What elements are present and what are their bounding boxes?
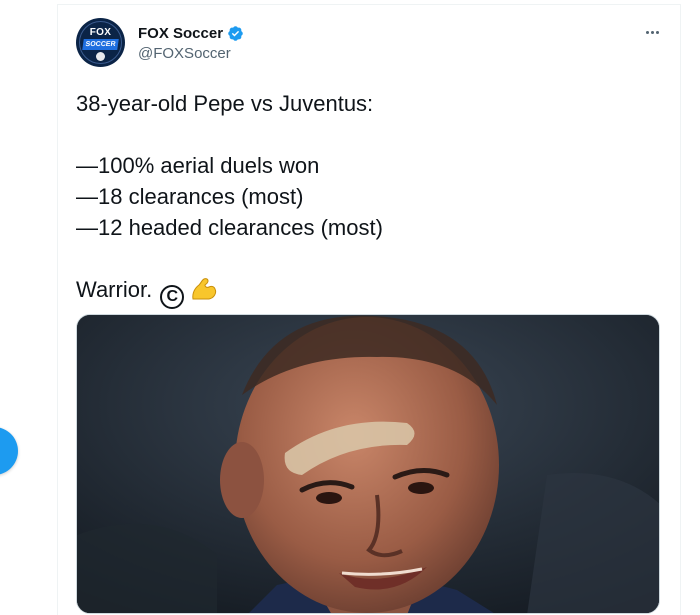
more-dot xyxy=(655,30,659,34)
avatar-logo-top: FOX xyxy=(89,27,112,38)
flexed-biceps-emoji xyxy=(192,278,217,300)
copyright-emoji: C xyxy=(160,285,185,309)
tweet-card[interactable]: FOX SOCCER FOX Soccer @FOXSoccer 38-year… xyxy=(57,4,681,615)
player-photo xyxy=(77,315,659,613)
tweet-line: 38-year-old Pepe vs Juventus: xyxy=(76,91,374,116)
tweet-line-last: Warrior. C xyxy=(76,274,656,309)
author-name-row[interactable]: FOX Soccer xyxy=(138,24,244,43)
avatar[interactable]: FOX SOCCER xyxy=(76,18,125,67)
tweet-line: —100% aerial duels won xyxy=(76,153,320,178)
tweet-line: —12 headed clearances (most) xyxy=(76,215,383,240)
tweet-line: Warrior. xyxy=(76,277,153,302)
more-dot xyxy=(645,30,649,34)
author-display-name[interactable]: FOX Soccer xyxy=(138,24,223,43)
author-handle[interactable]: @FOXSoccer xyxy=(138,44,231,63)
soccer-ball-icon xyxy=(96,52,105,61)
avatar-logo-bottom: SOCCER xyxy=(82,39,119,50)
verified-badge-icon xyxy=(228,26,243,41)
compose-button[interactable] xyxy=(0,427,18,475)
left-nav-pane xyxy=(0,0,57,600)
more-dot xyxy=(650,30,654,34)
tweet-text: 38-year-old Pepe vs Juventus: —100% aeri… xyxy=(76,88,656,309)
more-dots-icon[interactable] xyxy=(641,21,663,43)
tweet-line: —18 clearances (most) xyxy=(76,184,304,209)
tweet-media-photo[interactable] xyxy=(76,314,660,614)
